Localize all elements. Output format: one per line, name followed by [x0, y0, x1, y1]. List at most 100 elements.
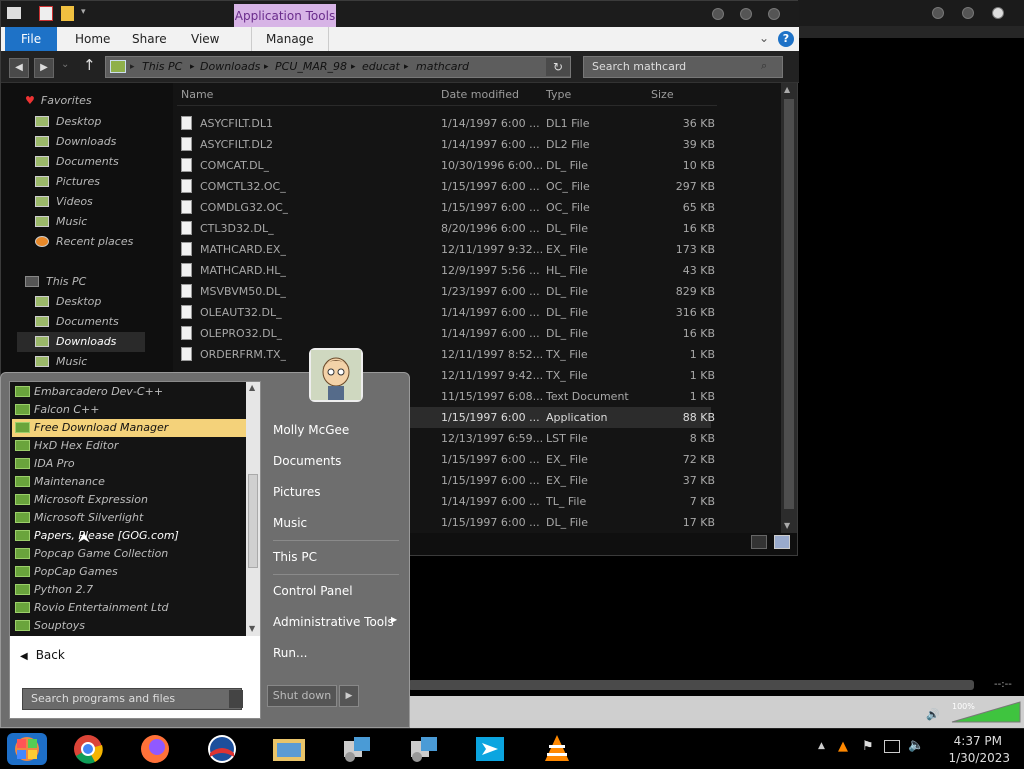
table-row[interactable]: ASYCFILT.DL2 1/14/1997 6:00 ... DL2 File 39…	[181, 134, 715, 155]
expand-ribbon-icon[interactable]: ⌄	[759, 31, 769, 45]
nav-item-desktop[interactable]: Desktop	[35, 292, 101, 312]
show-hidden-icons-icon[interactable]: ▲	[818, 741, 825, 751]
nav-item-documents[interactable]: Documents	[35, 312, 119, 332]
column-header-size[interactable]: Size	[651, 87, 674, 103]
start-link-documents[interactable]: Documents	[273, 454, 341, 468]
user-avatar[interactable]	[309, 348, 363, 402]
maximize-button[interactable]	[740, 8, 752, 20]
start-link-this-pc[interactable]: This PC	[273, 550, 317, 564]
breadcrumb-educat[interactable]: educat	[362, 57, 400, 77]
programs-scrollbar[interactable]: ▲ ▼	[246, 382, 260, 636]
scroll-up-icon[interactable]: ▲	[249, 383, 255, 392]
windows-start-icon[interactable]	[7, 733, 47, 765]
nav-item-recent-places[interactable]: Recent places	[35, 232, 133, 252]
program-folder-item[interactable]: Maintenance	[12, 473, 246, 491]
tab-file[interactable]: File	[5, 27, 58, 51]
file-explorer-icon[interactable]	[269, 733, 309, 765]
table-row[interactable]: MATHCARD.HL_ 12/9/1997 5:56 ... HL_ File 43…	[181, 260, 715, 281]
refresh-icon[interactable]: ↻	[546, 58, 570, 76]
help-icon[interactable]: ?	[778, 31, 794, 47]
volume-slider[interactable]: 100%	[948, 700, 1024, 724]
search-input[interactable]: Search mathcard	[583, 56, 783, 78]
recent-locations-icon[interactable]: ⌄	[61, 59, 69, 70]
table-row[interactable]: COMCTL32.OC_ 1/15/1997 6:00 ... OC_ File 29…	[181, 176, 715, 197]
column-header-date[interactable]: Date modified	[441, 87, 519, 103]
back-button[interactable]: ◀ Back	[20, 648, 65, 662]
properties-icon[interactable]	[39, 6, 53, 21]
nav-favorites-header[interactable]: ♥ Favorites	[25, 91, 92, 111]
program-folder-item[interactable]: Papers, Please [GOG.com]	[12, 527, 246, 545]
clock-date[interactable]: 1/30/2023	[948, 751, 1010, 765]
scrollbar-thumb[interactable]	[248, 474, 258, 568]
tab-home[interactable]: Home	[61, 27, 124, 51]
program-folder-item[interactable]: Free Download Manager	[12, 419, 246, 437]
network-icon[interactable]	[884, 740, 900, 753]
breadcrumb-downloads[interactable]: Downloads	[200, 57, 260, 77]
program-folder-item[interactable]: Microsoft Silverlight	[12, 509, 246, 527]
tab-share[interactable]: Share	[118, 27, 181, 51]
scroll-up-icon[interactable]: ▲	[784, 85, 790, 94]
table-row[interactable]: OLEAUT32.DL_ 1/14/1997 6:00 ... DL_ File 31…	[181, 302, 715, 323]
close-button[interactable]	[992, 7, 1004, 19]
start-link-control-panel[interactable]: Control Panel	[273, 584, 353, 598]
back-arrow-icon[interactable]: ◀	[9, 58, 29, 78]
table-row[interactable]: MSVBVM50.DL_ 1/23/1997 6:00 ... DL_ File 82…	[181, 281, 715, 302]
nav-item-documents[interactable]: Documents	[35, 152, 119, 172]
shut-down-button[interactable]: Shut down	[267, 685, 337, 707]
flag-icon[interactable]: ⚑	[862, 739, 874, 754]
breadcrumb-mathcard[interactable]: mathcard	[416, 57, 469, 77]
share-app-icon[interactable]	[470, 733, 510, 765]
breadcrumb-this-pc[interactable]: This PC	[142, 57, 182, 77]
large-icons-view-icon[interactable]	[774, 535, 790, 549]
nav-thispc-header[interactable]: This PC	[25, 272, 86, 292]
program-folder-item[interactable]: IDA Pro	[12, 455, 246, 473]
breadcrumb-pcu-mar-98[interactable]: PCU_MAR_98	[275, 57, 347, 77]
chevron-down-icon[interactable]: ▾	[81, 7, 86, 17]
start-link-music[interactable]: Music	[273, 516, 307, 530]
table-row[interactable]: ORDERFRM.TX_ 12/11/1997 8:52... TX_ File 1 …	[181, 344, 715, 365]
campaign-app-icon[interactable]	[202, 733, 242, 765]
program-folder-item[interactable]: Falcon C++	[12, 401, 246, 419]
firefox-icon[interactable]	[135, 733, 175, 765]
volume-icon[interactable]: 🔈	[908, 738, 924, 753]
scroll-down-icon[interactable]: ▼	[249, 624, 255, 633]
vertical-scrollbar[interactable]: ▲ ▼	[781, 83, 797, 533]
shut-down-options-icon[interactable]: ▶	[339, 685, 359, 707]
nav-item-music[interactable]: Music	[35, 352, 87, 372]
up-arrow-icon[interactable]: ↑	[83, 56, 96, 74]
nav-item-desktop[interactable]: Desktop	[35, 112, 101, 132]
tab-view[interactable]: View	[177, 27, 233, 51]
search-icon[interactable]: ⌕	[761, 59, 767, 73]
speaker-icon[interactable]: 🔊	[926, 708, 940, 721]
nav-item-videos[interactable]: Videos	[35, 192, 93, 212]
media-seek-bar[interactable]	[408, 680, 974, 690]
details-view-icon[interactable]	[751, 535, 767, 549]
table-row[interactable]: OLEPRO32.DL_ 1/14/1997 6:00 ... DL_ File 16…	[181, 323, 715, 344]
nav-item-music[interactable]: Music	[35, 212, 87, 232]
scroll-down-icon[interactable]: ▼	[784, 521, 790, 530]
column-header-name[interactable]: Name	[181, 87, 213, 103]
program-folder-item[interactable]: Rovio Entertainment Ltd	[12, 599, 246, 617]
column-header-type[interactable]: Type	[546, 87, 571, 103]
minimize-button[interactable]	[712, 8, 724, 20]
program-folder-item[interactable]: Popcap Game Collection	[12, 545, 246, 563]
start-link-admin-tools[interactable]: Administrative Tools	[273, 615, 394, 629]
start-link-user[interactable]: Molly McGee	[273, 423, 349, 437]
close-button[interactable]	[768, 8, 780, 20]
nav-item-downloads[interactable]: Downloads	[35, 132, 116, 152]
table-row[interactable]: COMCAT.DL_ 10/30/1996 6:00... DL_ File 10 K…	[181, 155, 715, 176]
vlc-icon[interactable]	[537, 733, 577, 765]
program-folder-item[interactable]: Microsoft Expression	[12, 491, 246, 509]
program-folder-item[interactable]: PopCap Games	[12, 563, 246, 581]
start-link-run[interactable]: Run...	[273, 646, 307, 660]
program-folder-item[interactable]: HxD Hex Editor	[12, 437, 246, 455]
new-folder-icon[interactable]	[61, 6, 74, 21]
tab-manage[interactable]: Manage	[251, 27, 329, 51]
chrome-icon[interactable]	[68, 733, 108, 765]
start-link-pictures[interactable]: Pictures	[273, 485, 321, 499]
installer-icon[interactable]	[403, 733, 443, 765]
table-row[interactable]: CTL3D32.DL_ 8/20/1996 6:00 ... DL_ File 16 …	[181, 218, 715, 239]
clock-time[interactable]: 4:37 PM	[954, 734, 1002, 748]
search-icon[interactable]	[229, 690, 243, 708]
address-bar[interactable]: ▸ This PC ▸ Downloads ▸ PCU_MAR_98 ▸ edu…	[105, 56, 571, 78]
